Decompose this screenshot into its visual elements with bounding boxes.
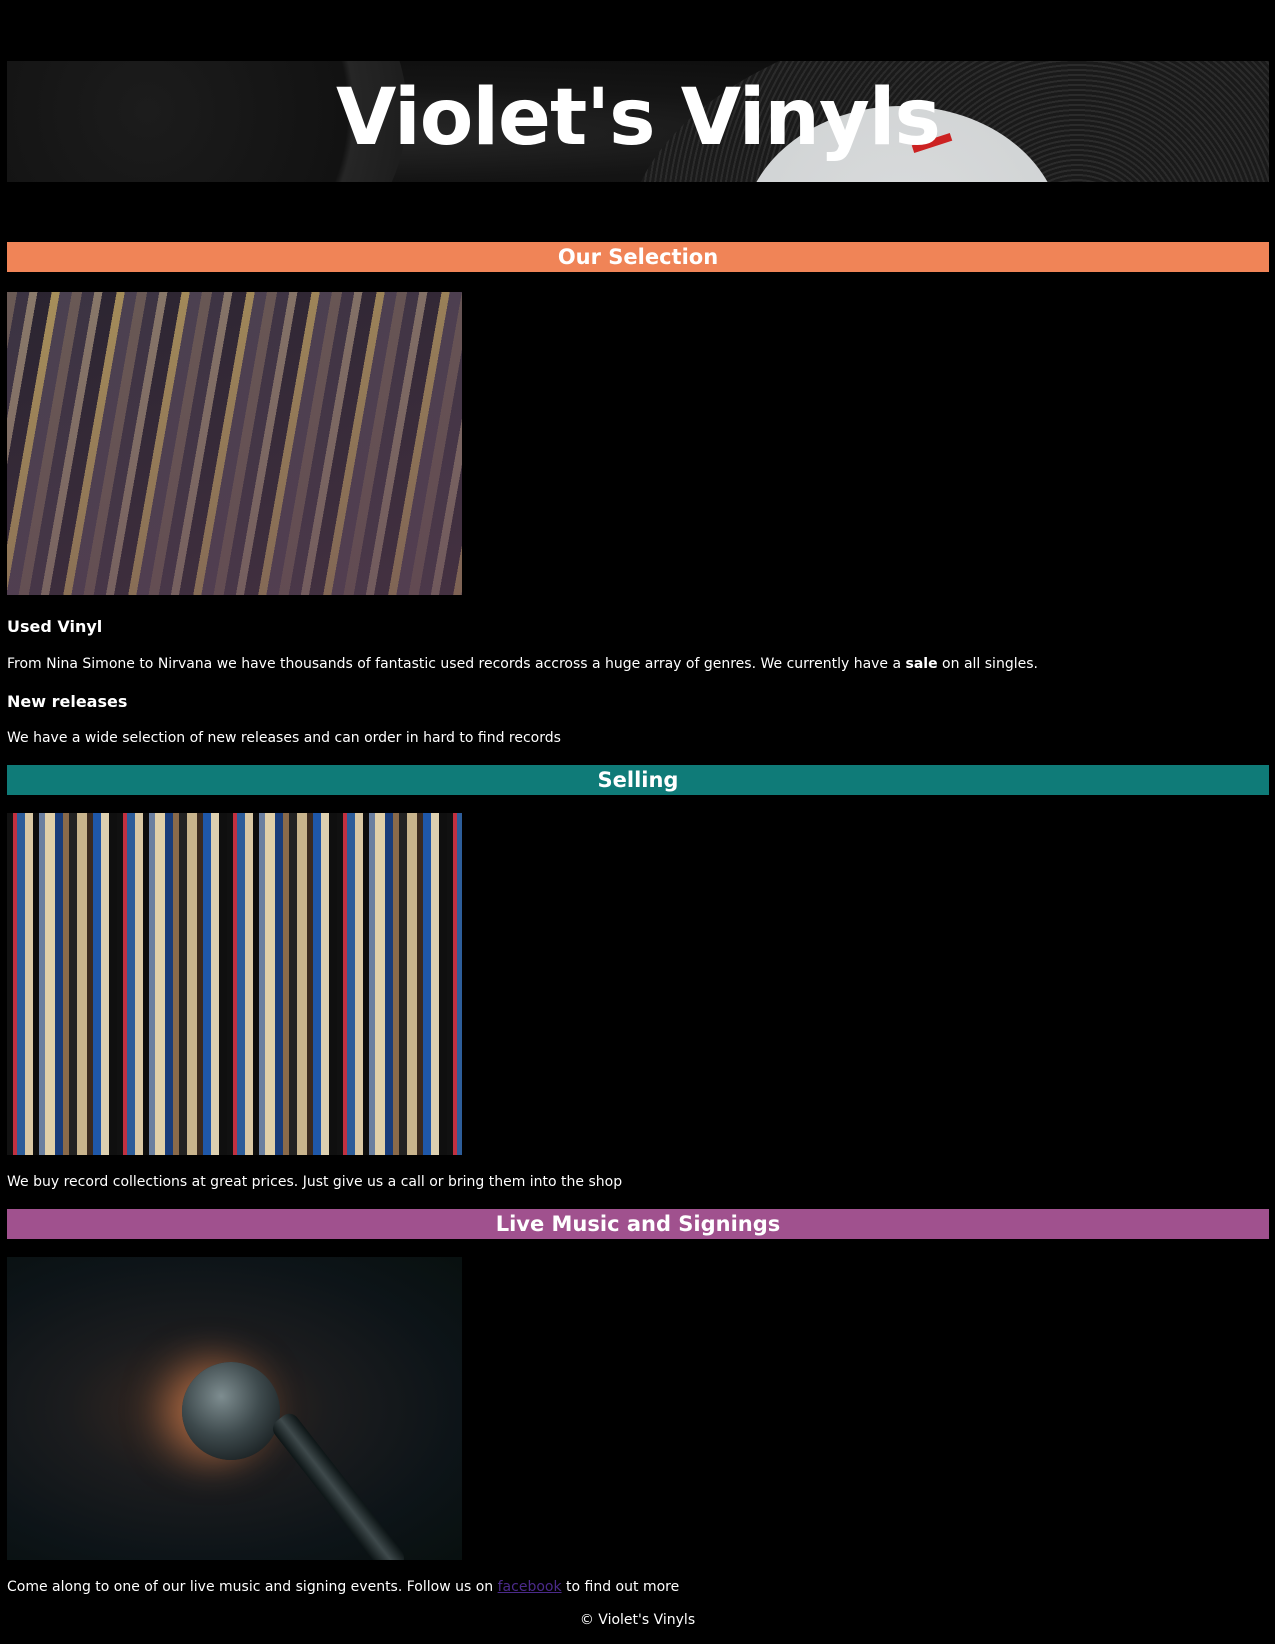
hero-banner: Violet's Vinyls [7,61,1269,182]
record-store-photo [7,292,462,595]
section-heading-selling: Selling [7,765,1269,795]
microphone-photo [7,1257,462,1560]
facebook-link[interactable]: facebook [498,1579,562,1595]
site-title: Violet's Vinyls [336,73,941,163]
section-heading-our-selection: Our Selection [7,242,1269,272]
record-spines-photo [7,813,462,1155]
section-heading-live-music: Live Music and Signings [7,1209,1269,1239]
microphone-handle-image [269,1409,409,1560]
used-vinyl-text: From Nina Simone to Nirvana we have thou… [7,656,1038,672]
new-releases-text: We have a wide selection of new releases… [7,730,561,746]
live-music-text: Come along to one of our live music and … [7,1579,680,1595]
new-releases-heading: New releases [7,692,128,711]
selling-text: We buy record collections at great price… [7,1174,623,1190]
microphone-head-image [182,1362,280,1460]
used-vinyl-heading: Used Vinyl [7,617,103,636]
sale-highlight: sale [905,656,938,672]
footer-copyright: © Violet's Vinyls [579,1612,696,1628]
